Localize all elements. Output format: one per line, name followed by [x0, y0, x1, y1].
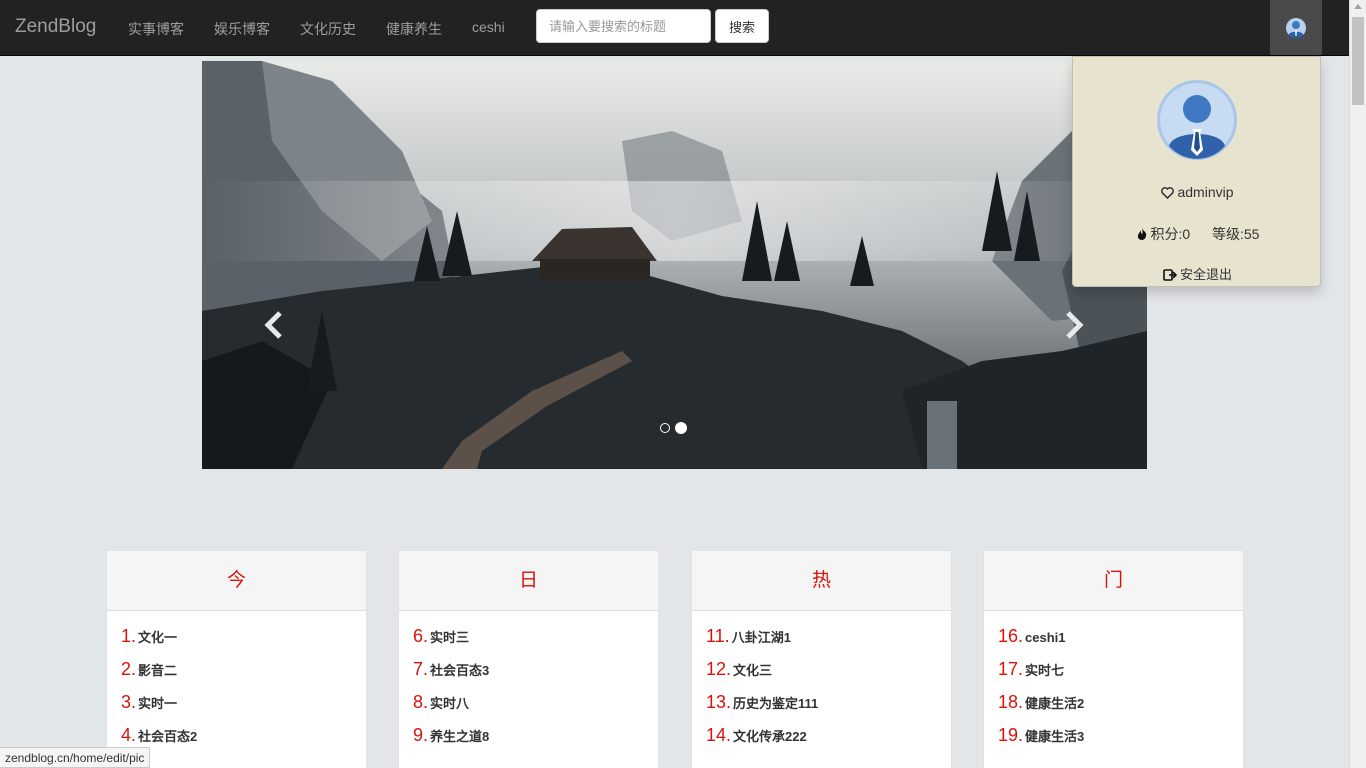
- carousel-indicator-1[interactable]: [660, 423, 670, 433]
- link-status-bar: zendblog.cn/home/edit/pic: [0, 747, 151, 768]
- list-item[interactable]: 18. 健康生活2: [998, 692, 1243, 725]
- post-title-link[interactable]: 社会百态2: [138, 729, 197, 744]
- nav-link-ceshi[interactable]: ceshi: [472, 19, 505, 35]
- panel-heading: 今: [107, 551, 366, 611]
- list-item[interactable]: 1. 文化一: [121, 626, 366, 659]
- nav-link-wenhua[interactable]: 文化历史: [300, 19, 356, 39]
- carousel-indicators: [660, 422, 687, 434]
- carousel-slide-image: [202, 61, 1147, 469]
- brand-logo-link[interactable]: ZendBlog: [15, 16, 96, 38]
- post-title-link[interactable]: 文化一: [138, 630, 177, 645]
- post-title-link[interactable]: 社会百态3: [430, 663, 489, 678]
- level-text: 等级:55: [1212, 226, 1260, 242]
- points-text: 积分:0: [1150, 226, 1191, 242]
- nav-link-shishi[interactable]: 实事博客: [128, 19, 184, 39]
- list-item[interactable]: 12. 文化三: [706, 659, 951, 692]
- user-profile-avatar-icon: [1157, 80, 1237, 160]
- scroll-thumb[interactable]: [1352, 17, 1364, 105]
- search-button[interactable]: 搜索: [715, 9, 769, 43]
- post-title-link[interactable]: 健康生活3: [1025, 729, 1084, 744]
- scroll-up-arrow-icon[interactable]: [1354, 4, 1362, 9]
- list-item[interactable]: 16. ceshi1: [998, 626, 1243, 659]
- list-item[interactable]: 6. 实时三: [413, 626, 658, 659]
- list-item[interactable]: 13. 历史为鉴定111: [706, 692, 951, 725]
- nav-link-jiankang[interactable]: 健康养生: [386, 19, 442, 39]
- hot-panel-3: 热 11. 八卦江湖1 12. 文化三 13. 历史为鉴定111 14. 文化传承222: [691, 550, 952, 768]
- hot-list: 11. 八卦江湖1 12. 文化三 13. 历史为鉴定111 14. 文化传承222: [692, 611, 951, 758]
- rank-number: 2.: [121, 659, 137, 679]
- heart-icon: [1161, 187, 1175, 199]
- list-item[interactable]: 8. 实时八: [413, 692, 658, 725]
- panel-heading: 日: [399, 551, 658, 611]
- logout-text: 安全退出: [1179, 267, 1232, 282]
- user-dropdown-menu: adminvip 积分:0 等级:55 安全退出: [1072, 56, 1321, 287]
- post-title-link[interactable]: 八卦江湖1: [732, 630, 791, 645]
- rank-number: 19.: [998, 725, 1024, 745]
- hot-list: 16. ceshi1 17. 实时七 18. 健康生活2 19. 健康生活3: [984, 611, 1243, 758]
- rank-number: 12.: [706, 659, 732, 679]
- hot-list: 6. 实时三 7. 社会百态3 8. 实时八 9. 养生之道8: [399, 611, 658, 758]
- dropdown-username: adminvip: [1073, 184, 1322, 200]
- panel-heading: 门: [984, 551, 1243, 611]
- rank-number: 7.: [413, 659, 429, 679]
- fire-icon: [1137, 228, 1146, 240]
- post-title-link[interactable]: 健康生活2: [1025, 696, 1084, 711]
- carousel-next-icon[interactable]: [1062, 311, 1084, 339]
- post-title-link[interactable]: 实时三: [430, 630, 469, 645]
- page-scrollbar[interactable]: [1349, 0, 1366, 768]
- dropdown-stats: 积分:0 等级:55: [1073, 224, 1322, 244]
- post-title-link[interactable]: 实时八: [430, 696, 469, 711]
- post-title-link[interactable]: 养生之道8: [430, 729, 489, 744]
- post-title-link[interactable]: ceshi1: [1025, 630, 1065, 645]
- image-carousel: [202, 61, 1147, 469]
- list-item[interactable]: 19. 健康生活3: [998, 725, 1243, 758]
- rank-number: 17.: [998, 659, 1024, 679]
- rank-number: 14.: [706, 725, 732, 745]
- post-title-link[interactable]: 历史为鉴定111: [733, 696, 818, 711]
- logout-icon: [1163, 269, 1177, 281]
- hot-panel-4: 门 16. ceshi1 17. 实时七 18. 健康生活2 19. 健康生活3: [983, 550, 1244, 768]
- post-title-link[interactable]: 影音二: [138, 663, 177, 678]
- user-menu-toggle[interactable]: [1270, 0, 1322, 55]
- hot-panel-1: 今 1. 文化一 2. 影音二 3. 实时一 4. 社会百态2: [106, 550, 367, 768]
- carousel-prev-icon[interactable]: [264, 311, 286, 339]
- nav-link-yule[interactable]: 娱乐博客: [214, 19, 270, 39]
- top-navbar: ZendBlog 实事博客 娱乐博客 文化历史 健康养生 ceshi 搜索: [0, 0, 1349, 56]
- rank-number: 1.: [121, 626, 137, 646]
- hot-panel-2: 日 6. 实时三 7. 社会百态3 8. 实时八 9. 养生之道8: [398, 550, 659, 768]
- list-item[interactable]: 3. 实时一: [121, 692, 366, 725]
- rank-number: 11.: [706, 626, 730, 646]
- post-title-link[interactable]: 文化三: [733, 663, 772, 678]
- rank-number: 18.: [998, 692, 1024, 712]
- list-item[interactable]: 17. 实时七: [998, 659, 1243, 692]
- carousel-indicator-2[interactable]: [675, 422, 687, 434]
- list-item[interactable]: 9. 养生之道8: [413, 725, 658, 758]
- list-item[interactable]: 4. 社会百态2: [121, 725, 366, 758]
- rank-number: 8.: [413, 692, 429, 712]
- list-item[interactable]: 14. 文化传承222: [706, 725, 951, 758]
- list-item[interactable]: 2. 影音二: [121, 659, 366, 692]
- rank-number: 6.: [413, 626, 429, 646]
- rank-number: 13.: [706, 692, 732, 712]
- panel-heading: 热: [692, 551, 951, 611]
- logout-link[interactable]: 安全退出: [1073, 264, 1322, 283]
- rank-number: 3.: [121, 692, 137, 712]
- rank-number: 4.: [121, 725, 137, 745]
- user-avatar-icon: [1286, 17, 1306, 38]
- rank-number: 9.: [413, 725, 429, 745]
- list-item[interactable]: 11. 八卦江湖1: [706, 626, 951, 659]
- username-text: adminvip: [1177, 184, 1234, 200]
- search-input[interactable]: [536, 9, 711, 43]
- post-title-link[interactable]: 实时一: [138, 696, 177, 711]
- rank-number: 16.: [998, 626, 1024, 646]
- hot-list: 1. 文化一 2. 影音二 3. 实时一 4. 社会百态2: [107, 611, 366, 758]
- list-item[interactable]: 7. 社会百态3: [413, 659, 658, 692]
- post-title-link[interactable]: 实时七: [1025, 663, 1064, 678]
- post-title-link[interactable]: 文化传承222: [733, 729, 807, 744]
